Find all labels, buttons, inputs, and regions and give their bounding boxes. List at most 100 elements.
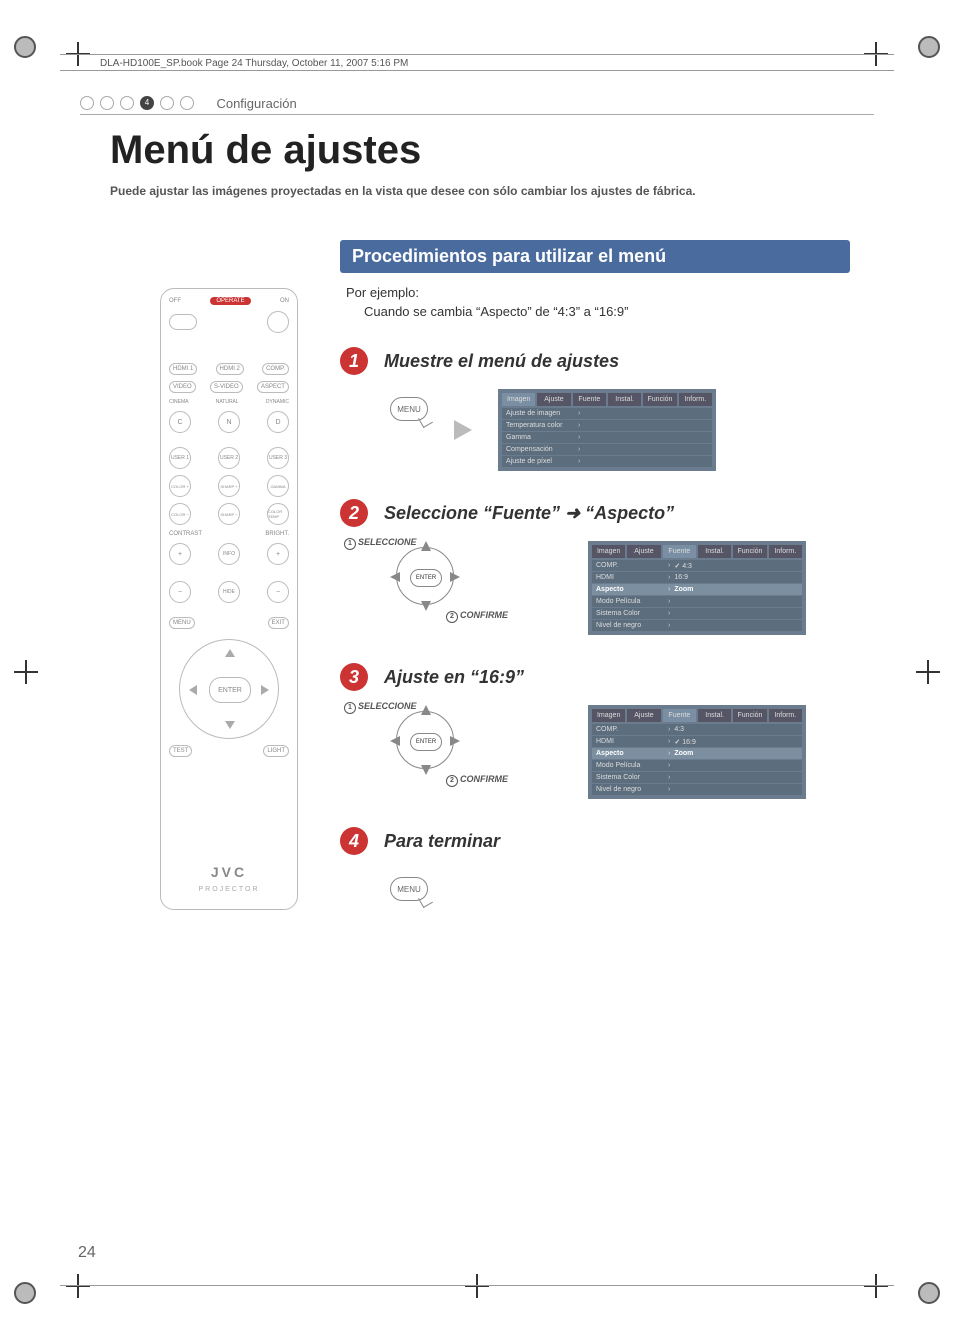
remote-contrast-label: CONTRAST bbox=[169, 531, 202, 537]
osd-tab-fuente: Fuente bbox=[663, 709, 696, 722]
osd-row: Nivel de negro bbox=[596, 622, 664, 629]
remote-hdmi2: HDMI 2 bbox=[216, 363, 244, 375]
intro-text: Puede ajustar las imágenes proyectadas e… bbox=[110, 184, 864, 198]
osd-tab-fuente: Fuente bbox=[573, 393, 606, 406]
remote-off-label: OFF bbox=[169, 298, 181, 304]
osd-row: Modo Película bbox=[596, 762, 664, 769]
osd-tab-funcion: Función bbox=[733, 709, 766, 722]
step-3-number: 3 bbox=[340, 663, 368, 691]
remote-d: D bbox=[267, 411, 289, 433]
step-1-title: Muestre el menú de ajustes bbox=[384, 351, 619, 372]
section-dot bbox=[180, 96, 194, 110]
remote-test: TEST bbox=[169, 745, 192, 757]
step-3-title: Ajuste en “16:9” bbox=[384, 667, 524, 688]
section-dot-active: 4 bbox=[140, 96, 154, 110]
menu-button-icon: MENU bbox=[390, 397, 428, 421]
osd-row: COMP. bbox=[596, 726, 664, 733]
osd-row: Nivel de negro bbox=[596, 786, 664, 793]
remote-gamma: GAMMA bbox=[267, 475, 289, 497]
remote-natural-label: NATURAL bbox=[216, 399, 239, 405]
section-dot bbox=[100, 96, 114, 110]
remote-sharp-minus: SHARP − bbox=[218, 503, 240, 525]
remote-minus: − bbox=[169, 581, 191, 603]
osd-tab-instal: Instal. bbox=[698, 709, 731, 722]
step-4-title: Para terminar bbox=[384, 831, 500, 852]
osd-tab-ajuste: Ajuste bbox=[627, 709, 660, 722]
remote-dpad: ENTER bbox=[179, 639, 279, 739]
procedure-heading: Procedimientos para utilizar el menú bbox=[340, 240, 850, 273]
enter-button-icon: ENTER bbox=[410, 569, 442, 587]
menu-button-icon: MENU bbox=[390, 877, 428, 901]
remote-dynamic-label: DYNAMIC bbox=[266, 399, 289, 405]
osd-tab-inform: Inform. bbox=[769, 709, 802, 722]
remote-exit: EXIT bbox=[268, 617, 289, 629]
osd-tab-instal: Instal. bbox=[608, 393, 641, 406]
crop-mark bbox=[14, 36, 36, 58]
osd-tab-imagen: Imagen bbox=[592, 545, 625, 558]
step-4: 4 Para terminar bbox=[340, 827, 850, 855]
osd-screen-1: Imagen Ajuste Fuente Instal. Función Inf… bbox=[498, 389, 716, 471]
remote-aspect: ASPECT bbox=[257, 381, 289, 393]
remote-on-button bbox=[267, 311, 289, 333]
remote-hide: HIDE bbox=[218, 581, 240, 603]
osd-screen-2: Imagen Ajuste Fuente Instal. Función Inf… bbox=[588, 541, 806, 635]
dpad-icon: ENTER bbox=[390, 705, 460, 775]
remote-comp: COMP. bbox=[262, 363, 289, 375]
remote-video: VIDEO bbox=[169, 381, 196, 393]
remote-user2: USER 2 bbox=[218, 447, 240, 469]
step-2-number: 2 bbox=[340, 499, 368, 527]
remote-brand: JVC bbox=[211, 864, 247, 880]
osd-row: HDMI bbox=[596, 574, 664, 581]
osd-tab-ajuste: Ajuste bbox=[627, 545, 660, 558]
section-dot bbox=[80, 96, 94, 110]
remote-svideo: S-VIDEO bbox=[210, 381, 243, 393]
remote-user1: USER 1 bbox=[169, 447, 191, 469]
osd-screen-3: Imagen Ajuste Fuente Instal. Función Inf… bbox=[588, 705, 806, 799]
osd-row: Sistema Color bbox=[596, 774, 664, 781]
enter-button-icon: ENTER bbox=[410, 733, 442, 751]
crop-mark bbox=[918, 36, 940, 58]
example-label: Por ejemplo: bbox=[346, 285, 850, 300]
registration-mark bbox=[14, 660, 38, 684]
remote-color-plus: COLOR + bbox=[169, 475, 191, 497]
osd-row: Gamma bbox=[506, 434, 574, 441]
osd-tab-inform: Inform. bbox=[679, 393, 712, 406]
arrow-right-icon bbox=[454, 420, 472, 440]
osd-tab-imagen: Imagen bbox=[502, 393, 535, 406]
osd-row: Sistema Color bbox=[596, 610, 664, 617]
example-text: Cuando se cambia “Aspecto” de “4:3” a “1… bbox=[364, 304, 850, 319]
trim-line bbox=[60, 1285, 894, 1286]
remote-color-temp: COLOR TEMP bbox=[267, 503, 289, 525]
osd-tab-funcion: Función bbox=[733, 545, 766, 558]
page-number: 24 bbox=[78, 1244, 96, 1262]
remote-c: C bbox=[169, 411, 191, 433]
osd-row: COMP. bbox=[596, 562, 664, 569]
trim-line bbox=[60, 54, 894, 55]
step-4-number: 4 bbox=[340, 827, 368, 855]
registration-mark bbox=[864, 1274, 888, 1298]
section-label: Configuración bbox=[216, 96, 296, 111]
remote-n: N bbox=[218, 411, 240, 433]
remote-illustration: OFF OPERATE ON HDMI 1HDMI 2COMP. VIDEOS-… bbox=[160, 288, 298, 910]
page-title: Menú de ajustes bbox=[110, 128, 421, 173]
remote-hdmi1: HDMI 1 bbox=[169, 363, 197, 375]
osd-row: Temperatura color bbox=[506, 422, 574, 429]
remote-user3: USER 3 bbox=[267, 447, 289, 469]
remote-plus: + bbox=[267, 543, 289, 565]
remote-brand-sub: PROJECTOR bbox=[198, 886, 259, 893]
step-3: 3 Ajuste en “16:9” bbox=[340, 663, 850, 691]
remote-sharp-plus: SHARP + bbox=[218, 475, 240, 497]
crop-mark bbox=[14, 1282, 36, 1304]
osd-row: Ajuste de píxel bbox=[506, 458, 574, 465]
step-2: 2 Seleccione “Fuente” ➜ “Aspecto” bbox=[340, 499, 850, 527]
remote-color-minus: COLOR − bbox=[169, 503, 191, 525]
callout-confirm: 2CONFIRME bbox=[446, 610, 508, 623]
osd-tab-funcion: Función bbox=[643, 393, 676, 406]
remote-info: INFO bbox=[218, 543, 240, 565]
osd-tab-fuente: Fuente bbox=[663, 545, 696, 558]
remote-on-label: ON bbox=[280, 298, 289, 304]
osd-row: HDMI bbox=[596, 738, 664, 745]
dpad-icon: ENTER bbox=[390, 541, 460, 611]
registration-mark bbox=[66, 1274, 90, 1298]
registration-mark bbox=[465, 1274, 489, 1298]
